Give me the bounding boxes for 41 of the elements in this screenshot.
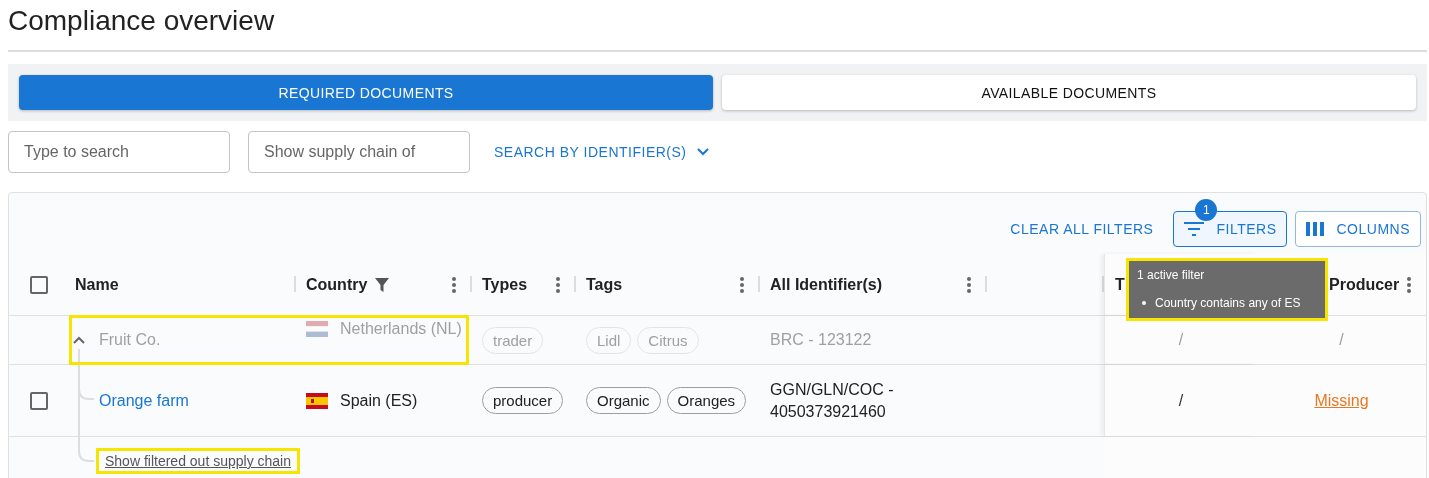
column-header[interactable]: T xyxy=(1115,275,1125,294)
flag-icon xyxy=(306,321,328,337)
column-header[interactable]: Types xyxy=(482,275,528,294)
tab[interactable]: AVAILABLE DOCUMENTS xyxy=(722,75,1416,110)
filter-count-badge: 1 xyxy=(1195,199,1218,221)
trader-value: / xyxy=(1178,391,1184,410)
more-menu-icon[interactable] xyxy=(740,276,744,293)
tab[interactable]: REQUIRED DOCUMENTS xyxy=(19,75,713,110)
column-header[interactable]: Tags xyxy=(586,275,623,294)
identifier-search-button[interactable]: SEARCH BY IDENTIFIER(S) xyxy=(488,138,715,166)
column-header[interactable]: All Identifier(s) xyxy=(770,275,882,294)
tooltip-item: Country contains any of ES xyxy=(1137,296,1317,310)
more-menu-icon[interactable] xyxy=(556,276,560,293)
caret-icon[interactable] xyxy=(73,336,85,344)
more-menu-icon[interactable] xyxy=(967,276,971,293)
trader-value: / xyxy=(1178,331,1184,349)
flag-icon xyxy=(306,392,328,409)
column-header[interactable]: Country xyxy=(306,275,368,294)
column-header[interactable]: Name xyxy=(75,275,119,294)
row-checkbox[interactable] xyxy=(30,391,48,410)
country-text: Netherlands (NL) xyxy=(340,319,462,339)
more-menu-icon[interactable] xyxy=(452,276,456,293)
search-field[interactable]: Type to search xyxy=(8,131,230,173)
filter-lines-icon xyxy=(1184,222,1205,236)
tooltip-title: 1 active filter xyxy=(1137,268,1206,282)
identifier-text: GGN/GLN/COC - 4050373921460 xyxy=(770,379,895,422)
clear-filters-button[interactable]: CLEAR ALL FILTERS xyxy=(1002,213,1162,245)
identifier-text: BRC - 123122 xyxy=(770,330,872,350)
show-filtered-link[interactable]: Show filtered out supply chain xyxy=(99,451,297,471)
select-all-checkbox[interactable] xyxy=(30,275,48,294)
chevron-down-icon xyxy=(696,148,709,156)
country-text: Spain (ES) xyxy=(340,390,418,411)
page-title: Compliance overview xyxy=(8,0,1427,52)
supply-chain-field[interactable]: Show supply chain of xyxy=(248,131,470,173)
producer-value: / xyxy=(1339,331,1344,349)
filter-icon[interactable] xyxy=(375,277,390,292)
columns-button[interactable]: COLUMNS xyxy=(1295,211,1421,247)
column-header[interactable]: Producer xyxy=(1329,275,1400,294)
columns-icon xyxy=(1306,222,1325,236)
company-name-link[interactable]: Orange farm xyxy=(99,391,189,410)
more-menu-icon[interactable] xyxy=(1407,276,1412,293)
